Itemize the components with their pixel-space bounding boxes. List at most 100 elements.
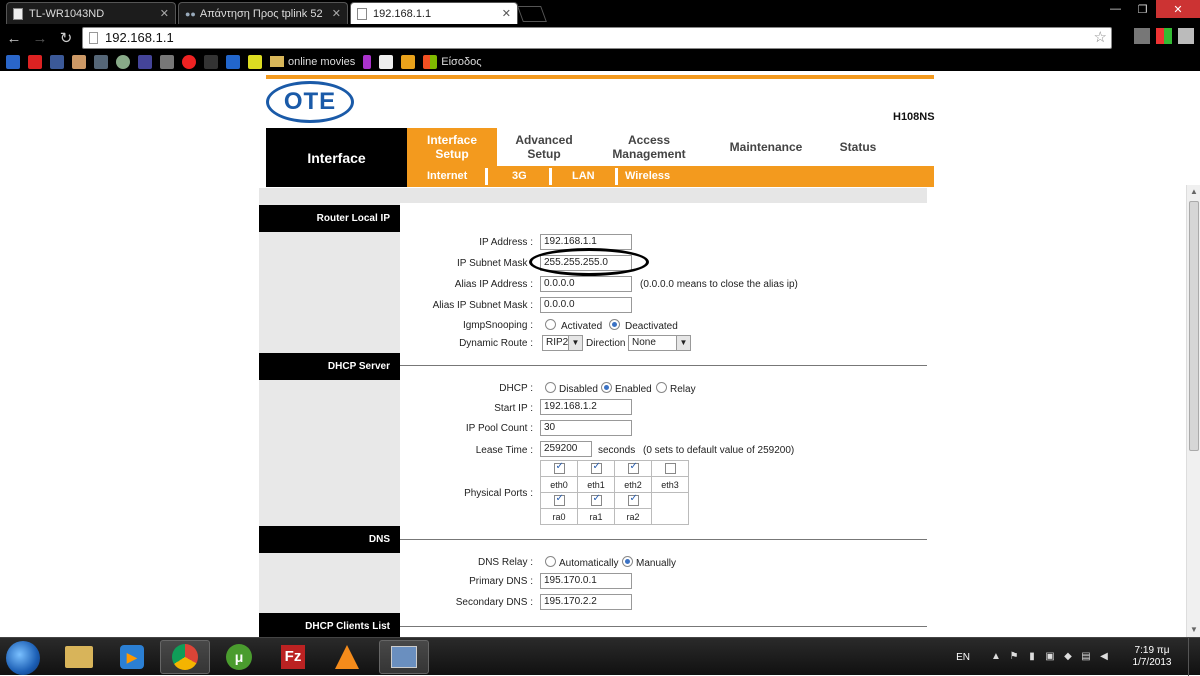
- scroll-down-icon[interactable]: ▼: [1187, 623, 1200, 637]
- bookmark-icon[interactable]: [379, 54, 394, 69]
- bookmark-eisodos[interactable]: Είσοδος: [423, 54, 482, 69]
- eth2-checkbox[interactable]: [627, 461, 639, 475]
- ra2-checkbox[interactable]: [627, 493, 639, 507]
- subnav-lan[interactable]: LAN: [572, 170, 595, 182]
- system-tray: EN ▲ ⚑ ▮ ▣ ◆ ▤ ◀ 7:19 πμ 1/7/2013: [956, 638, 1200, 676]
- dns-auto-radio[interactable]: [545, 556, 556, 567]
- download-icon[interactable]: [1134, 28, 1150, 44]
- eth1-checkbox[interactable]: [590, 461, 602, 475]
- subnav-wireless[interactable]: Wireless: [625, 170, 670, 182]
- bookmark-icon[interactable]: [248, 54, 262, 69]
- network-icon[interactable]: ▣: [1044, 651, 1056, 663]
- bookmark-icon[interactable]: [401, 54, 416, 69]
- reload-icon[interactable]: ↻: [56, 28, 76, 48]
- dynamic-route-select[interactable]: RIP2 ▼: [542, 335, 583, 351]
- scrollbar-thumb[interactable]: [1189, 201, 1199, 451]
- browser-tab-3[interactable]: 192.168.1.1 ✕: [350, 2, 518, 24]
- primary-dns-input[interactable]: 195.170.0.1: [540, 573, 632, 589]
- filezilla-icon[interactable]: Fz: [268, 640, 318, 674]
- dhcp-enabled-radio[interactable]: [601, 382, 612, 393]
- ra0-checkbox[interactable]: [553, 493, 565, 507]
- chevron-up-icon[interactable]: ▲: [990, 651, 1002, 663]
- bookmark-icon[interactable]: [204, 54, 218, 69]
- secondary-dns-input[interactable]: 195.170.2.2: [540, 594, 632, 610]
- show-desktop-button[interactable]: [1188, 638, 1200, 676]
- record-icon[interactable]: [182, 54, 196, 69]
- power-icon[interactable]: ▤: [1080, 651, 1092, 663]
- facebook-icon[interactable]: [50, 54, 64, 69]
- new-tab-button[interactable]: [517, 6, 547, 22]
- minimize-icon[interactable]: —: [1102, 0, 1129, 18]
- subnet-mask-label: IP Subnet Mask :: [457, 258, 533, 269]
- dhcp-disabled-label: Disabled: [559, 384, 598, 395]
- clock[interactable]: 7:19 πμ 1/7/2013: [1116, 645, 1188, 669]
- back-icon[interactable]: ←: [4, 28, 24, 48]
- nav-status[interactable]: Status: [834, 140, 882, 154]
- bookmark-icon[interactable]: [226, 54, 240, 69]
- lease-time-input[interactable]: 259200: [540, 441, 592, 457]
- scroll-up-icon[interactable]: ▲: [1187, 185, 1200, 199]
- restore-icon[interactable]: ❐: [1129, 0, 1156, 18]
- eth3-checkbox[interactable]: [664, 463, 676, 475]
- explorer-icon[interactable]: [54, 640, 104, 674]
- glasses-icon[interactable]: [94, 54, 108, 69]
- bookmark-icon[interactable]: [72, 54, 86, 69]
- clock-time: 7:19 πμ: [1134, 645, 1170, 656]
- flag-icon[interactable]: ⚑: [1008, 651, 1020, 663]
- wrench-icon[interactable]: [1178, 28, 1194, 44]
- youtube-icon[interactable]: [28, 54, 42, 69]
- router-page: OTE H108NS Interface Interface Setup Adv…: [0, 71, 1200, 637]
- address-bar[interactable]: 192.168.1.1 ☆: [82, 27, 1112, 49]
- folder-icon: [270, 56, 284, 67]
- nav-maintenance[interactable]: Maintenance: [726, 140, 806, 154]
- close-tab-icon[interactable]: ✕: [332, 7, 341, 20]
- close-window-icon[interactable]: ✕: [1156, 0, 1200, 18]
- network-app-icon[interactable]: [379, 640, 429, 674]
- bookmark-star-icon[interactable]: ☆: [1094, 28, 1107, 48]
- browser-tab-2[interactable]: ●● Απάντηση Προς tplink 52 ✕: [178, 2, 348, 24]
- subnav-internet[interactable]: Internet: [427, 170, 467, 182]
- media-player-icon[interactable]: ▶: [107, 640, 157, 674]
- pool-count-input[interactable]: 30: [540, 420, 632, 436]
- direction-select[interactable]: None ▼: [628, 335, 691, 351]
- eth0-checkbox[interactable]: [553, 461, 565, 475]
- nav-advanced-setup[interactable]: Advanced Setup: [508, 133, 580, 161]
- browser-tab-1[interactable]: TL-WR1043ND ✕: [6, 2, 176, 24]
- dropbox-icon[interactable]: ◆: [1062, 651, 1074, 663]
- port-cell: [614, 492, 652, 509]
- chevron-down-icon: ▼: [568, 336, 582, 350]
- chrome-icon[interactable]: [160, 640, 210, 674]
- bookmark-icon[interactable]: [116, 54, 130, 69]
- dhcp-disabled-radio[interactable]: [545, 382, 556, 393]
- forward-icon[interactable]: →: [30, 28, 50, 48]
- top-accent-bar: [266, 75, 934, 79]
- igmp-deactivated-radio[interactable]: [609, 319, 620, 330]
- port-name: eth2: [614, 476, 652, 493]
- alias-ip-input[interactable]: 0.0.0.0: [540, 276, 632, 292]
- igmp-activated-radio[interactable]: [545, 319, 556, 330]
- google-icon[interactable]: [6, 54, 20, 69]
- nav-access-management[interactable]: Access Management: [604, 133, 694, 161]
- bookmark-icon[interactable]: [160, 54, 174, 69]
- section-header-router-local-ip: Router Local IP: [259, 205, 400, 232]
- bookmark-online-movies[interactable]: online movies: [270, 56, 355, 68]
- extension-icon[interactable]: [1156, 28, 1172, 44]
- start-ip-input[interactable]: 192.168.1.2: [540, 399, 632, 415]
- signal-icon[interactable]: ▮: [1026, 651, 1038, 663]
- close-tab-icon[interactable]: ✕: [502, 7, 511, 20]
- bookmark-icon[interactable]: [363, 54, 372, 69]
- ra1-checkbox[interactable]: [590, 493, 602, 507]
- nav-interface-setup[interactable]: Interface Setup: [407, 128, 497, 166]
- utorrent-icon[interactable]: μ: [214, 640, 264, 674]
- ipt-icon[interactable]: [138, 54, 152, 69]
- dns-manual-radio[interactable]: [622, 556, 633, 567]
- close-tab-icon[interactable]: ✕: [160, 7, 169, 20]
- page-scrollbar[interactable]: ▲ ▼: [1186, 185, 1200, 637]
- volume-icon[interactable]: ◀: [1098, 651, 1110, 663]
- subnav-3g[interactable]: 3G: [512, 170, 527, 182]
- alias-subnet-input[interactable]: 0.0.0.0: [540, 297, 632, 313]
- dhcp-relay-radio[interactable]: [656, 382, 667, 393]
- language-indicator[interactable]: EN: [956, 652, 970, 663]
- start-button[interactable]: [6, 641, 40, 675]
- vlc-icon[interactable]: [322, 640, 372, 674]
